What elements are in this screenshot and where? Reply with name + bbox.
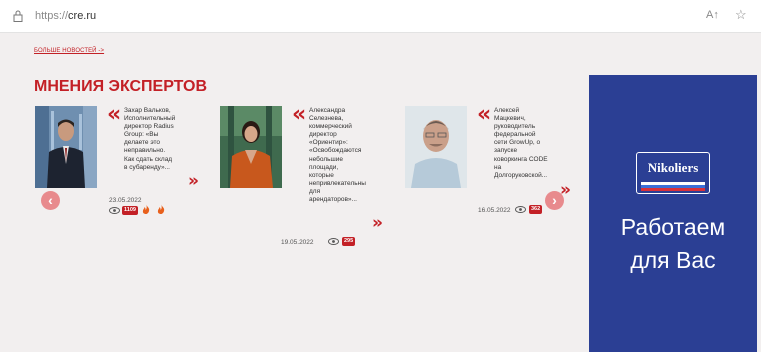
ad-headline-line-1: Работаем: [620, 214, 726, 240]
carousel-prev-button[interactable]: ‹: [41, 191, 60, 210]
card-date: 19.05.2022: [281, 239, 314, 246]
card-line: Мацкевич,: [494, 115, 526, 123]
expert-card-1-text[interactable]: Захар Вальков, Исполнительный директор R…: [124, 107, 175, 172]
fire-icon: [157, 204, 165, 214]
card-line: Алексей: [494, 107, 520, 114]
quote-icon: «: [107, 102, 122, 127]
card-line: сети GrowUp, о: [494, 139, 541, 147]
card-line: Захар Вальков,: [124, 107, 171, 114]
ad-banner[interactable]: Nikoliers Работаем для Вас: [589, 75, 757, 352]
eye-icon: [328, 238, 339, 245]
card-line: Селезнева,: [309, 115, 344, 123]
card-line: для: [309, 187, 321, 195]
url-scheme: https://: [35, 10, 69, 22]
card-line: «Освобождаются: [309, 147, 362, 155]
favorites-icon[interactable]: ☆: [735, 7, 747, 23]
card-line: небольшие: [309, 155, 343, 163]
section-title: МНЕНИЯ ЭКСПЕРТОВ: [34, 78, 208, 95]
url-host: cre.ru: [68, 10, 97, 22]
card-line: запуске: [494, 147, 518, 155]
expert-photo-1[interactable]: [35, 106, 97, 188]
card-date: 23.05.2022: [109, 197, 142, 204]
card-line: федеральной: [494, 131, 536, 139]
card-line: Group: «Вы: [124, 131, 159, 139]
read-more-arrow-icon[interactable]: »: [372, 215, 383, 232]
quote-icon: «: [292, 102, 307, 127]
card-line: на: [494, 163, 502, 171]
read-more-arrow-icon[interactable]: »: [188, 173, 199, 190]
expert-card-2-text[interactable]: Александра Селезнева, коммерческий дирек…: [309, 107, 366, 204]
logo-stripe: [641, 188, 705, 191]
card-line: делаете это: [124, 139, 161, 147]
card-line: Исполнительный: [124, 115, 176, 123]
card-line: площади,: [309, 163, 339, 171]
views-count-badge: 1109: [122, 206, 138, 215]
carousel-next-button[interactable]: ›: [545, 191, 564, 210]
card-line: коммерческий: [309, 123, 352, 131]
eye-icon: [109, 207, 120, 214]
card-line: директор: [309, 131, 337, 139]
card-line: арендаторов»...: [309, 196, 357, 204]
card-line: которые: [309, 171, 334, 179]
card-date: 16.05.2022: [478, 207, 511, 214]
card-line: в субаренду»...: [124, 163, 170, 171]
expert-photo-2[interactable]: [220, 106, 282, 188]
card-line: неправильно.: [124, 147, 166, 155]
ad-headline-line-2: для Вас: [630, 247, 716, 273]
card-line: Как сдать склад: [124, 155, 173, 163]
expert-photo-3[interactable]: [405, 106, 467, 188]
eye-icon: [515, 206, 526, 213]
page-content: БОЛЬШЕ НОВОСТЕЙ -> МНЕНИЯ ЭКСПЕРТОВ « За…: [0, 34, 761, 352]
address-bar[interactable]: https://cre.ru: [35, 10, 96, 22]
card-line: Александра: [309, 107, 346, 114]
expert-card-3-text[interactable]: Алексей Мацкевич, руководитель федеральн…: [494, 107, 548, 180]
brand-logo: Nikoliers: [636, 152, 710, 194]
page-info-icon[interactable]: [13, 10, 23, 22]
browser-toolbar: https://cre.ru A↑ ☆: [0, 0, 761, 33]
card-line: директор Radius: [124, 123, 174, 131]
more-news-link[interactable]: БОЛЬШЕ НОВОСТЕЙ ->: [34, 48, 104, 54]
views-count-badge: 362: [529, 205, 543, 214]
card-line: коворкинга CODE: [494, 155, 548, 163]
fire-icon: [142, 204, 150, 214]
views-count-badge: 295: [342, 237, 356, 246]
quote-icon: «: [477, 102, 492, 127]
brand-name: Nikoliers: [647, 160, 699, 175]
card-line: Долгоруковской...: [494, 171, 548, 179]
card-line: непривлекательны: [309, 179, 366, 187]
read-aloud-icon[interactable]: A↑: [706, 9, 719, 21]
